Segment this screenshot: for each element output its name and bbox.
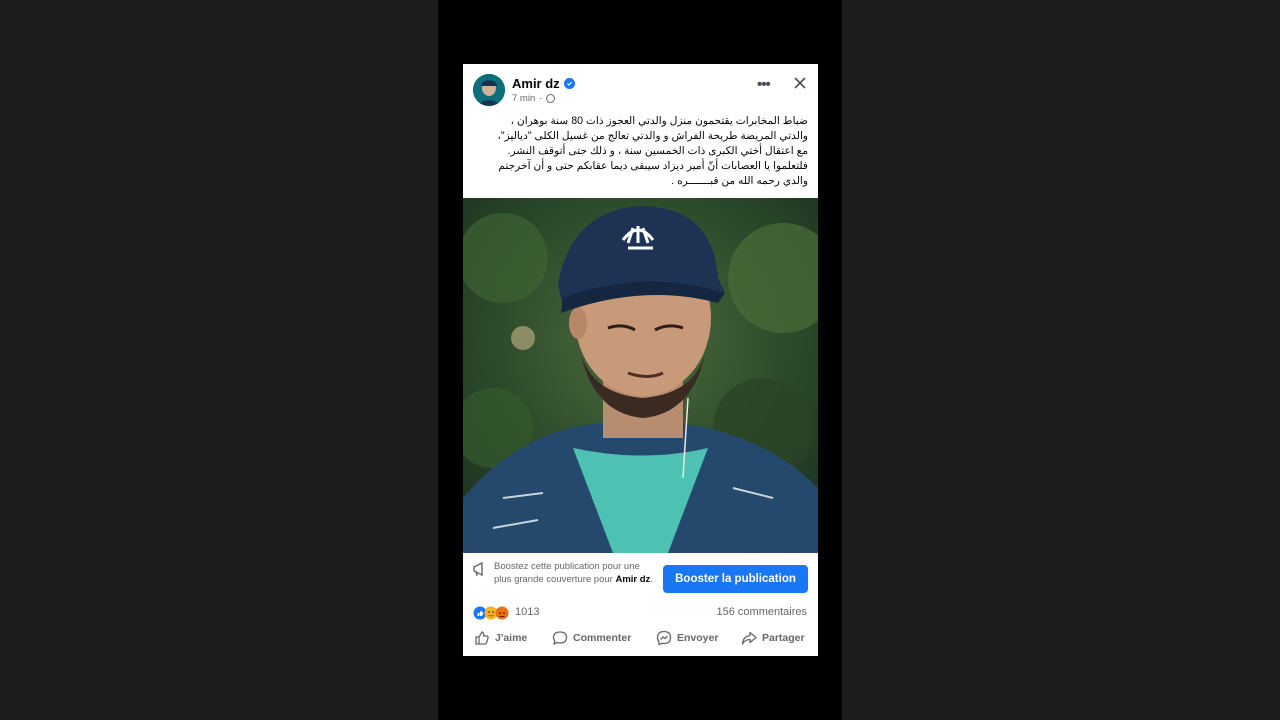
share-label: Partager xyxy=(762,632,805,644)
megaphone-icon xyxy=(473,561,483,577)
messenger-icon xyxy=(656,630,672,646)
reactions-row: 1013 156 commentaires xyxy=(463,605,818,622)
meta-separator: · xyxy=(539,93,543,104)
post-time[interactable]: 7 min xyxy=(512,93,535,104)
background-right xyxy=(842,0,1280,720)
author-avatar[interactable] xyxy=(473,74,505,106)
actions-row: J'aime Commenter Envoyer Partager xyxy=(463,630,818,652)
facebook-post-card: Amir dz 7 min · ••• ضباط المخابرات يقتحم… xyxy=(463,64,818,656)
author-name[interactable]: Amir dz xyxy=(512,76,560,91)
reaction-count[interactable]: 1013 xyxy=(515,606,539,618)
boost-author: Amir dz xyxy=(615,573,651,585)
post-meta: 7 min · xyxy=(512,93,556,104)
comment-button[interactable]: Commenter xyxy=(552,630,631,646)
send-label: Envoyer xyxy=(677,632,719,644)
verified-badge-icon xyxy=(563,78,575,89)
comment-label: Commenter xyxy=(573,632,632,644)
background-left xyxy=(0,0,438,720)
share-button[interactable]: Partager xyxy=(741,630,805,646)
globe-icon xyxy=(546,94,556,103)
angry-reaction-icon xyxy=(495,606,509,620)
send-button[interactable]: Envoyer xyxy=(656,630,718,646)
thumbs-up-icon xyxy=(475,631,489,645)
close-icon[interactable] xyxy=(793,76,807,90)
boost-description: Boostez cette publication pour une plus … xyxy=(494,561,654,586)
post-photo[interactable] xyxy=(463,198,818,553)
avatar-portrait-icon xyxy=(473,74,505,106)
like-label: J'aime xyxy=(495,632,528,644)
man-with-cap-photo xyxy=(463,198,818,553)
comments-count[interactable]: 156 commentaires xyxy=(717,606,808,618)
post-header: Amir dz 7 min · ••• xyxy=(463,64,818,114)
reaction-icons[interactable] xyxy=(473,606,511,620)
like-button[interactable]: J'aime xyxy=(474,630,527,646)
boost-row: Boostez cette publication pour une plus … xyxy=(463,553,818,605)
more-options-icon[interactable]: ••• xyxy=(757,76,771,93)
author-row: Amir dz xyxy=(512,76,575,91)
boost-text-end: . xyxy=(650,573,653,585)
comment-bubble-icon xyxy=(552,631,568,646)
boost-button[interactable]: Booster la publication xyxy=(663,565,808,593)
post-text: ضباط المخابرات يقتحمون منزل والدتي العجو… xyxy=(497,115,808,187)
share-arrow-icon xyxy=(741,631,757,645)
